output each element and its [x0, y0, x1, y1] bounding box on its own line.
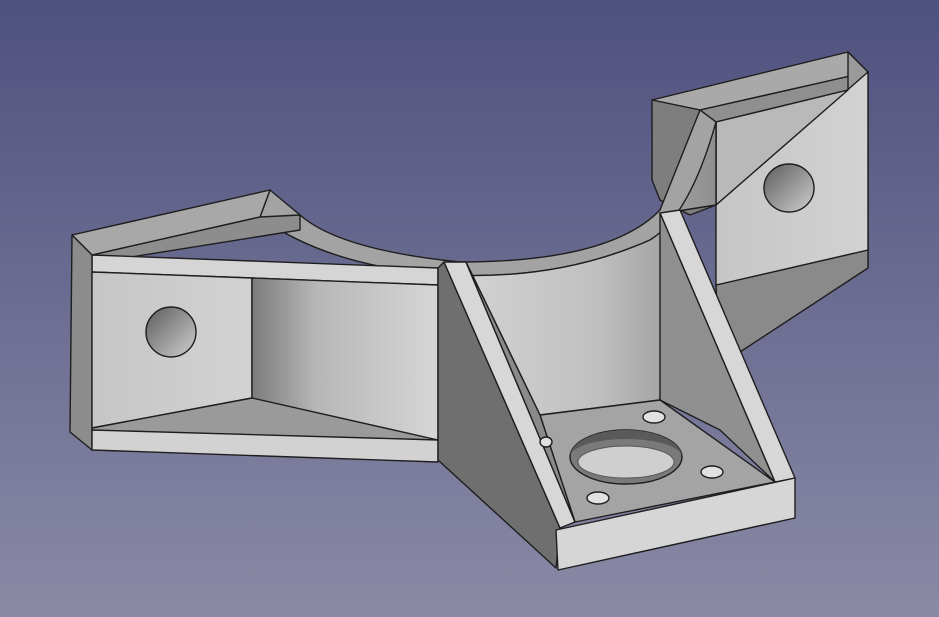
screw-hole-top	[642, 410, 666, 424]
3d-viewport[interactable]	[0, 0, 939, 617]
center-bore-floor	[577, 445, 675, 479]
left-arm-hole	[145, 306, 197, 358]
screw-hole-bottom	[586, 491, 610, 505]
screw-hole-left	[539, 436, 553, 448]
viewport-canvas[interactable]	[0, 0, 939, 617]
right-arm-hole	[763, 163, 815, 213]
screw-hole-right	[700, 465, 724, 479]
